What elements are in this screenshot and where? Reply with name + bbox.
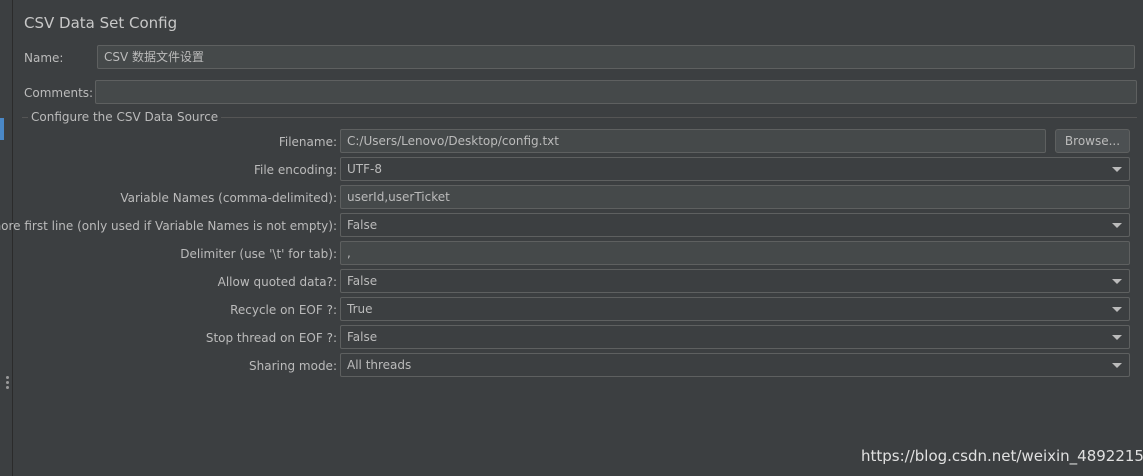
ignore-first-line-select[interactable]: False xyxy=(340,213,1130,237)
ignore-first-line-label: Ignore first line (only used if Variable… xyxy=(0,219,337,233)
filename-field[interactable]: C:/Users/Lenovo/Desktop/config.txt xyxy=(340,129,1046,153)
delimiter-label: Delimiter (use '\t' for tab): xyxy=(180,247,337,261)
comments-field[interactable] xyxy=(95,80,1137,104)
chevron-down-icon xyxy=(1112,307,1122,312)
chevron-down-icon xyxy=(1112,363,1122,368)
stop-thread-eof-label: Stop thread on EOF ?: xyxy=(205,331,337,345)
name-label: Name: xyxy=(24,51,64,65)
sharing-mode-value: All threads xyxy=(347,358,412,372)
left-gutter xyxy=(0,0,13,476)
file-encoding-value: UTF-8 xyxy=(347,162,382,176)
delimiter-field[interactable]: , xyxy=(340,241,1130,265)
sharing-mode-label: Sharing mode: xyxy=(249,359,337,373)
filename-label: Filename: xyxy=(278,135,337,149)
section-title: Configure the CSV Data Source xyxy=(28,110,222,124)
selection-marker xyxy=(0,118,4,140)
stop-thread-eof-select[interactable]: False xyxy=(340,325,1130,349)
allow-quoted-select[interactable]: False xyxy=(340,269,1130,293)
sharing-mode-select[interactable]: All threads xyxy=(340,353,1130,377)
chevron-down-icon xyxy=(1112,167,1122,172)
file-encoding-select[interactable]: UTF-8 xyxy=(340,157,1130,181)
chevron-down-icon xyxy=(1112,223,1122,228)
drag-handle-icon[interactable] xyxy=(6,376,9,391)
chevron-down-icon xyxy=(1112,335,1122,340)
stop-thread-eof-value: False xyxy=(347,330,378,344)
page-title: CSV Data Set Config xyxy=(24,14,178,32)
ignore-first-line-value: False xyxy=(347,218,378,232)
browse-button[interactable]: Browse... xyxy=(1055,129,1130,153)
file-encoding-label: File encoding: xyxy=(253,163,337,177)
name-field[interactable]: CSV 数据文件设置 xyxy=(97,45,1135,69)
recycle-eof-value: True xyxy=(347,302,373,316)
chevron-down-icon xyxy=(1112,279,1122,284)
allow-quoted-label: Allow quoted data?: xyxy=(217,275,337,289)
variable-names-field[interactable]: userId,userTicket xyxy=(340,185,1130,209)
variable-names-label: Variable Names (comma-delimited): xyxy=(120,191,337,205)
recycle-eof-label: Recycle on EOF ?: xyxy=(230,303,337,317)
watermark: https://blog.csdn.net/weixin_48922154 xyxy=(861,447,1143,465)
allow-quoted-value: False xyxy=(347,274,378,288)
comments-label: Comments: xyxy=(24,86,94,100)
recycle-eof-select[interactable]: True xyxy=(340,297,1130,321)
